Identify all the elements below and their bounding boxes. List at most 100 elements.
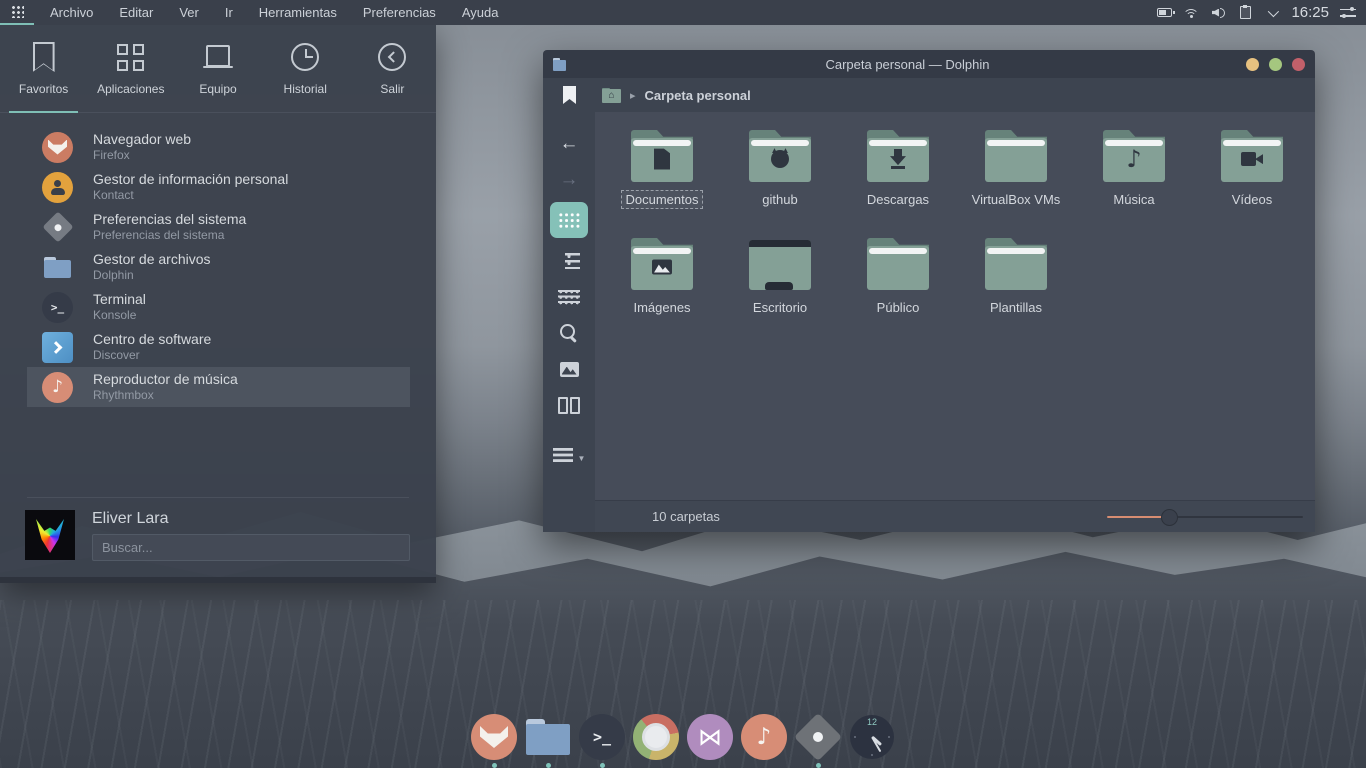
minimize-button[interactable] (1246, 58, 1259, 71)
clock[interactable]: 16:25 (1291, 4, 1329, 21)
app-launcher-button[interactable] (0, 0, 34, 25)
folder-name: Documentos (621, 190, 704, 209)
dock-dolphin[interactable] (525, 714, 572, 768)
app-title: Gestor de información personal (93, 171, 288, 189)
menu-editar[interactable]: Editar (119, 5, 153, 20)
folder-videos[interactable]: Vídeos (1193, 126, 1311, 234)
breadcrumb[interactable]: ▸ Carpeta personal (602, 88, 751, 103)
maximize-button[interactable] (1269, 58, 1282, 71)
laptop-icon (203, 45, 233, 69)
folder-publico[interactable]: Público (839, 234, 957, 342)
folder-github[interactable]: github (721, 126, 839, 234)
tab-historial[interactable]: Historial (262, 25, 349, 112)
folder-view: Documentos github Descargas VirtualBox V… (595, 112, 1315, 532)
menu-ayuda[interactable]: Ayuda (462, 5, 499, 20)
folder-imagenes[interactable]: Imágenes (603, 234, 721, 342)
dock-clock-widget[interactable]: 12 (849, 714, 896, 768)
preview-button[interactable] (551, 352, 587, 386)
discover-icon (42, 332, 73, 363)
app-subtitle: Dolphin (93, 268, 211, 283)
app-item-system-settings[interactable]: Preferencias del sistema Preferencias de… (0, 207, 436, 247)
folder-descargas[interactable]: Descargas (839, 126, 957, 234)
close-button[interactable] (1292, 58, 1305, 71)
menu-ver[interactable]: Ver (179, 5, 199, 20)
menu-button[interactable]: ▼ (551, 438, 587, 472)
volume-icon[interactable] (1210, 5, 1226, 21)
tab-label: Favoritos (19, 82, 68, 96)
tab-aplicaciones[interactable]: Aplicaciones (87, 25, 174, 112)
folder-plantillas[interactable]: Plantillas (957, 234, 1075, 342)
folder-name: github (757, 190, 802, 209)
dock-rhythmbox[interactable]: ♪ (741, 714, 788, 768)
slider-handle[interactable] (1161, 509, 1178, 526)
folder-name: Plantillas (985, 298, 1047, 317)
search-input[interactable] (92, 534, 410, 561)
forward-button[interactable]: → (551, 162, 587, 196)
app-item-dolphin[interactable]: Gestor de archivos Dolphin (0, 247, 436, 287)
folder-name: Público (872, 298, 925, 317)
back-button[interactable]: ← (551, 126, 587, 160)
app-subtitle: Rhythmbox (93, 388, 238, 403)
tab-salir[interactable]: Salir (349, 25, 436, 112)
user-name: Eliver Lara (92, 510, 410, 528)
logout-icon (378, 43, 406, 71)
tab-equipo[interactable]: Equipo (174, 25, 261, 112)
tab-favoritos[interactable]: Favoritos (0, 25, 87, 112)
split-button[interactable] (551, 388, 587, 422)
menu-preferencias[interactable]: Preferencias (363, 5, 436, 20)
firefox-icon (471, 714, 517, 760)
folder-documentos[interactable]: Documentos (603, 126, 721, 234)
folder-musica[interactable]: ♪ Música (1075, 126, 1193, 234)
running-indicator (600, 763, 605, 768)
user-avatar[interactable] (25, 510, 75, 560)
app-item-firefox[interactable]: Navegador web Firefox (0, 127, 436, 167)
icons-view-button[interactable] (550, 202, 588, 238)
window-titlebar[interactable]: Carpeta personal — Dolphin (543, 50, 1315, 78)
bookmark-icon (33, 42, 55, 72)
tab-label: Salir (380, 82, 404, 96)
app-item-kontact[interactable]: Gestor de información personal Kontact (0, 167, 436, 207)
document-emblem-icon (654, 149, 670, 170)
github-emblem-icon (771, 150, 789, 168)
app-item-discover[interactable]: Centro de software Discover (0, 327, 436, 367)
menubar-items: Archivo Editar Ver Ir Herramientas Prefe… (50, 5, 498, 20)
app-item-konsole[interactable]: >_ Terminal Konsole (0, 287, 436, 327)
dock-vscode[interactable]: ⋈ (687, 714, 734, 768)
preview-icon (560, 362, 579, 377)
search-button[interactable] (551, 316, 587, 350)
clipboard-icon[interactable] (1237, 5, 1253, 21)
download-emblem-icon (890, 149, 906, 169)
folder-virtualbox-vms[interactable]: VirtualBox VMs (957, 126, 1075, 234)
dock-konsole[interactable]: >_ (579, 714, 626, 768)
zoom-slider[interactable] (1107, 509, 1303, 525)
split-view-icon (558, 397, 580, 414)
application-launcher-panel: Favoritos Aplicaciones Equipo Historial … (0, 25, 436, 583)
global-menubar: Archivo Editar Ver Ir Herramientas Prefe… (0, 0, 1366, 25)
folder-name: Imágenes (628, 298, 695, 317)
app-item-rhythmbox[interactable]: ♪ Reproductor de música Rhythmbox (27, 367, 410, 407)
menu-herramientas[interactable]: Herramientas (259, 5, 337, 20)
running-indicator (816, 763, 821, 768)
list-view-button[interactable] (551, 244, 587, 278)
image-emblem-icon (652, 260, 672, 275)
menu-ir[interactable]: Ir (225, 5, 233, 20)
dock-firefox[interactable] (471, 714, 518, 768)
folder-name: Vídeos (1227, 190, 1277, 209)
launcher-tabs: Favoritos Aplicaciones Equipo Historial … (0, 25, 436, 113)
system-tray: 16:25 (1156, 4, 1366, 21)
clock-icon (291, 43, 319, 71)
kontact-icon (42, 172, 73, 203)
battery-icon[interactable] (1156, 5, 1172, 21)
app-subtitle: Kontact (93, 188, 288, 203)
wifi-icon[interactable] (1183, 5, 1199, 21)
tuner-icon[interactable] (1340, 5, 1356, 21)
dock-chrome[interactable] (633, 714, 680, 768)
divider (27, 497, 409, 498)
folder-escritorio[interactable]: Escritorio (721, 234, 839, 342)
compact-view-button[interactable] (551, 280, 587, 314)
menu-archivo[interactable]: Archivo (50, 5, 93, 20)
chevron-down-icon[interactable] (1264, 5, 1280, 21)
dock-system-settings[interactable] (795, 714, 842, 768)
bookmark-icon[interactable] (563, 86, 576, 104)
folder-name: Escritorio (748, 298, 812, 317)
